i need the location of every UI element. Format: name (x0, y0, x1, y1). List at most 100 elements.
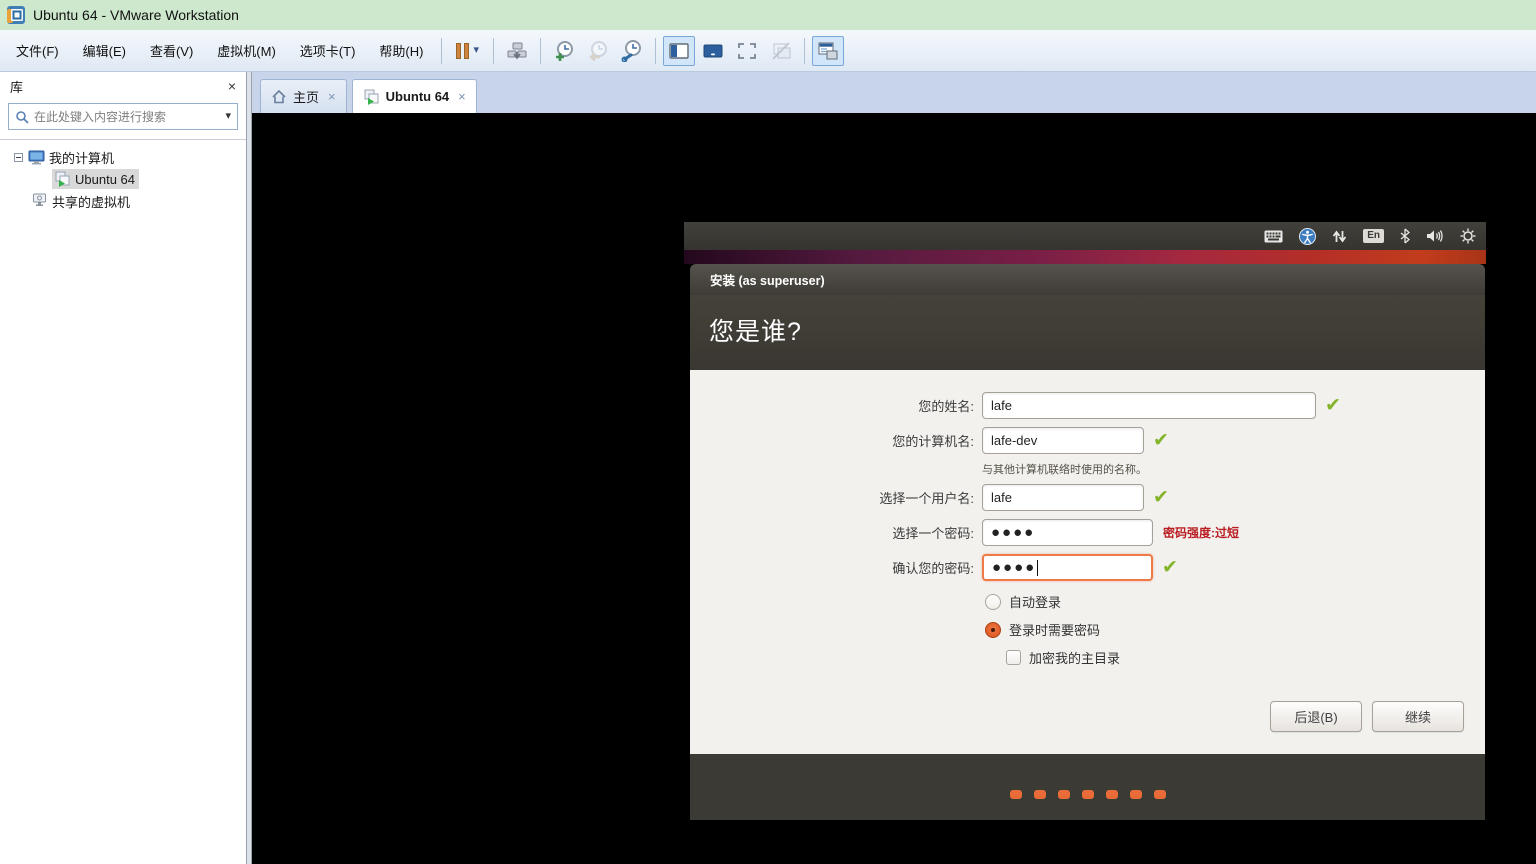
radio-label: 登录时需要密码 (1009, 620, 1100, 639)
password-field[interactable] (982, 519, 1153, 546)
tree-item-shared-vms[interactable]: 共享的虚拟机 (0, 190, 246, 212)
console-view-button[interactable] (812, 36, 844, 66)
pause-icon (456, 43, 469, 59)
require-password-radio[interactable]: 登录时需要密码 (985, 620, 1100, 639)
fullscreen-icon (737, 42, 757, 60)
snapshot-clock-plus-icon (553, 40, 575, 62)
toolbar-separator (655, 38, 656, 64)
tab-close-icon[interactable]: × (458, 89, 466, 104)
tab-close-icon[interactable]: × (328, 89, 336, 104)
thumbnail-bar-toggle-button[interactable] (697, 36, 729, 66)
auto-login-radio[interactable]: 自动登录 (985, 592, 1061, 611)
ctrl-alt-del-icon (506, 40, 528, 62)
menu-vm[interactable]: 虚拟机(M) (205, 35, 288, 66)
ubuntu-guest-screen: En (684, 222, 1486, 822)
window-titlebar: Ubuntu 64 - VMware Workstation (0, 0, 1536, 30)
tab-ubuntu64[interactable]: Ubuntu 64 × (352, 79, 477, 113)
computer-icon (28, 150, 45, 165)
library-panel-toggle-button[interactable] (663, 36, 695, 66)
valid-check-icon: ✔ (1153, 488, 1169, 507)
library-panel-title: 库 (10, 77, 23, 96)
hostname-field[interactable] (982, 427, 1144, 454)
installer-window-title: 安装 (as superuser) (710, 270, 825, 289)
valid-check-icon: ✔ (1162, 558, 1178, 577)
menu-edit[interactable]: 编辑(E) (71, 35, 138, 66)
revert-snapshot-button[interactable] (582, 36, 614, 66)
chevron-down-icon[interactable]: ▾ (473, 45, 479, 56)
menu-toolbar: 文件(F) 编辑(E) 查看(V) 虚拟机(M) 选项卡(T) 帮助(H) ▾ (0, 30, 1536, 72)
fullscreen-button[interactable] (731, 36, 763, 66)
radio-unselected-icon[interactable] (985, 594, 1001, 610)
radio-label: 自动登录 (1009, 592, 1061, 611)
vmware-logo-icon (6, 5, 26, 25)
network-updown-icon[interactable] (1332, 229, 1347, 244)
confirm-password-field[interactable]: ●●●● (982, 554, 1153, 581)
toolbar-separator (804, 38, 805, 64)
home-icon (271, 89, 287, 104)
valid-check-icon: ✔ (1153, 431, 1169, 450)
text-cursor (1037, 560, 1038, 576)
tab-label: 主页 (293, 87, 319, 106)
menu-file[interactable]: 文件(F) (4, 35, 71, 66)
valid-check-icon: ✔ (1325, 396, 1341, 415)
keyboard-indicator-icon[interactable] (1264, 230, 1283, 243)
shared-vm-icon (31, 193, 48, 209)
input-language-indicator[interactable]: En (1363, 229, 1384, 243)
library-close-icon[interactable]: × (228, 78, 236, 94)
password-strength-warning: 密码强度:过短 (1163, 524, 1239, 541)
back-button[interactable]: 后退(B) (1270, 701, 1362, 732)
unity-mode-icon (771, 42, 791, 60)
tree-label: 共享的虚拟机 (52, 192, 130, 211)
page-title: 您是谁? (709, 312, 1485, 348)
tree-collapse-icon[interactable] (14, 153, 23, 162)
console-view-icon (818, 42, 838, 60)
hostname-label: 您的计算机名: (690, 431, 974, 450)
vmware-workstation-window: Ubuntu 64 - VMware Workstation 文件(F) 编辑(… (0, 0, 1536, 864)
continue-button[interactable]: 继续 (1372, 701, 1464, 732)
library-panel-icon (669, 42, 689, 60)
library-search[interactable]: ▾ (8, 103, 238, 130)
radio-selected-icon[interactable] (985, 622, 1001, 638)
search-input[interactable] (34, 110, 225, 124)
vm-console[interactable]: En (252, 113, 1536, 864)
window-title: Ubuntu 64 - VMware Workstation (33, 7, 239, 23)
installer-header: 您是谁? (690, 295, 1485, 370)
library-tree: 我的计算机 Ubuntu 64 (0, 139, 246, 212)
fullname-label: 您的姓名: (690, 396, 974, 415)
toolbar-separator (441, 38, 442, 64)
installer-titlebar: 安装 (as superuser) (690, 264, 1485, 295)
accessibility-icon[interactable] (1299, 228, 1316, 245)
encrypt-home-checkbox[interactable]: 加密我的主目录 (1006, 648, 1120, 667)
manage-snapshots-button[interactable] (616, 36, 648, 66)
tree-item-ubuntu64[interactable]: Ubuntu 64 (0, 168, 246, 190)
bluetooth-icon[interactable] (1400, 228, 1410, 244)
fullname-field[interactable] (982, 392, 1316, 419)
session-power-icon[interactable] (1460, 228, 1476, 244)
username-label: 选择一个用户名: (690, 488, 974, 507)
checkbox-label: 加密我的主目录 (1029, 648, 1120, 667)
menu-tabs[interactable]: 选项卡(T) (288, 35, 368, 66)
tree-label: Ubuntu 64 (75, 172, 135, 187)
thumbnail-bar-icon (703, 42, 723, 60)
volume-icon[interactable] (1426, 229, 1444, 243)
tree-label: 我的计算机 (49, 148, 114, 167)
ubuntu-top-panel: En (684, 222, 1486, 250)
search-dropdown-icon[interactable]: ▾ (225, 111, 231, 122)
unity-mode-button[interactable] (765, 36, 797, 66)
snapshot-clock-revert-icon (587, 40, 609, 62)
menu-help[interactable]: 帮助(H) (367, 35, 435, 66)
snapshot-clock-wrench-icon (621, 40, 643, 62)
checkbox-unchecked-icon[interactable] (1006, 650, 1021, 665)
menu-view[interactable]: 查看(V) (138, 35, 205, 66)
tab-home[interactable]: 主页 × (260, 79, 347, 113)
progress-dots (1010, 790, 1166, 799)
pause-vm-button[interactable]: ▾ (449, 36, 486, 66)
tree-item-my-computer[interactable]: 我的计算机 (0, 146, 246, 168)
username-field[interactable] (982, 484, 1144, 511)
confirm-password-label: 确认您的密码: (690, 558, 974, 577)
password-label: 选择一个密码: (690, 523, 974, 542)
send-ctrl-alt-del-button[interactable] (501, 36, 533, 66)
vm-running-icon (363, 89, 380, 105)
take-snapshot-button[interactable] (548, 36, 580, 66)
search-icon (15, 110, 29, 124)
